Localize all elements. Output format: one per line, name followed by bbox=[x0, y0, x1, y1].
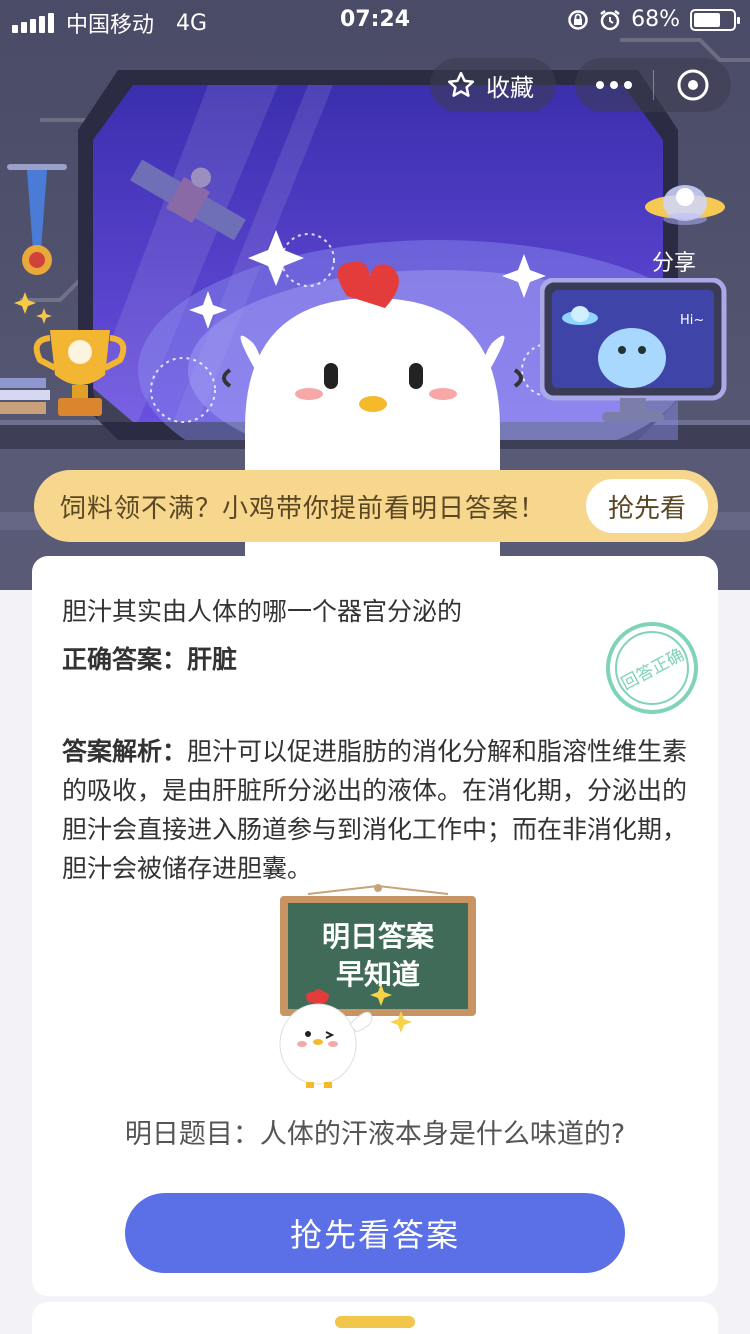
banner-text: 饲料领不满？小鸡带你提前看明日答案！ bbox=[60, 493, 547, 524]
close-target-icon bbox=[677, 69, 708, 101]
answer-analysis: 答案解析：胆汁可以促进脂肪的消化分解和脂溶性维生素的吸收，是由肝脏所分泌出的液体… bbox=[62, 732, 690, 888]
rotation-lock-icon bbox=[568, 9, 588, 30]
board-line1: 明日答案 bbox=[322, 920, 435, 953]
battery-icon bbox=[690, 8, 740, 31]
status-bar: 中国移动 4G 07:24 68% bbox=[0, 0, 750, 40]
question-text: 胆汁其实由人体的哪一个器官分泌的 bbox=[62, 597, 463, 626]
answer-label: 正确答案： bbox=[62, 645, 188, 674]
miniapp-capsule bbox=[575, 58, 731, 112]
stamp-text: 回答正确 bbox=[618, 645, 687, 695]
trophy-decoration bbox=[0, 292, 127, 416]
tomorrow-answer-board: 明日答案 早知道 bbox=[279, 884, 476, 1088]
star-icon bbox=[447, 71, 475, 97]
more-dots-icon[interactable] bbox=[575, 81, 653, 89]
alien-monitor bbox=[540, 278, 727, 422]
preview-answer-button[interactable]: 抢先看答案 bbox=[125, 1193, 625, 1273]
answer-card: 胆汁其实由人体的哪一个器官分泌的 正确答案：肝脏 回答正确 答案解析：胆汁可以促… bbox=[32, 556, 718, 1296]
medal-decoration bbox=[7, 164, 67, 275]
banner-preview-button[interactable]: 抢先看 bbox=[586, 479, 708, 533]
analysis-label: 答案解析： bbox=[62, 737, 188, 766]
monitor-greeting: Hi~ bbox=[680, 313, 705, 328]
correct-stamp-icon: 回答正确 bbox=[606, 622, 698, 714]
correct-answer: 正确答案：肝脏 bbox=[62, 640, 237, 676]
ufo-share-icon[interactable] bbox=[640, 175, 730, 245]
battery-percent: 68% bbox=[631, 7, 680, 32]
share-label[interactable]: 分享 bbox=[652, 245, 696, 277]
board-line2: 早知道 bbox=[336, 958, 420, 991]
card-handle bbox=[335, 1316, 415, 1328]
preview-banner[interactable]: 饲料领不满？小鸡带你提前看明日答案！ 抢先看 bbox=[34, 470, 718, 542]
favorite-label: 收藏 bbox=[486, 73, 534, 102]
answer-value: 肝脏 bbox=[187, 645, 238, 674]
next-card bbox=[32, 1302, 718, 1334]
alarm-icon bbox=[600, 9, 620, 30]
close-button[interactable] bbox=[654, 68, 731, 102]
favorite-button[interactable]: 收藏 bbox=[430, 58, 556, 112]
tomorrow-question: 明日题目：人体的汗液本身是什么味道的? bbox=[124, 1119, 626, 1150]
